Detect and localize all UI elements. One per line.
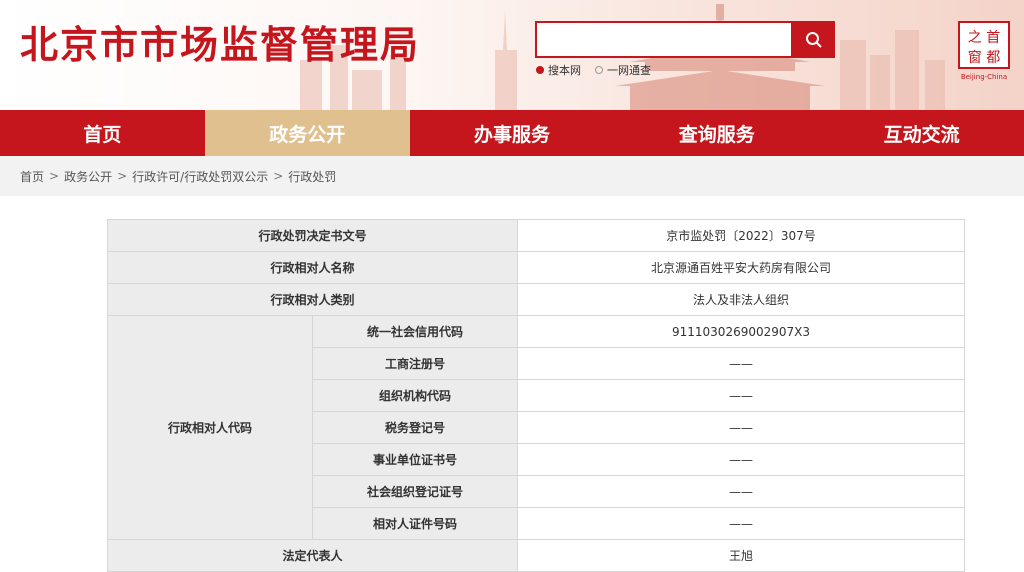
scope-option-site[interactable]: 搜本网: [536, 62, 581, 78]
table-row: 行政相对人代码 统一社会信用代码 9111030269002907X3: [107, 315, 966, 540]
row-label: 法定代表人: [106, 539, 519, 572]
nav-item-interaction[interactable]: 互动交流: [819, 110, 1024, 156]
nav-item-gov-affairs[interactable]: 政务公开: [204, 110, 410, 156]
penalty-detail-table: 行政处罚决定书文号 京市监处罚〔2022〕307号 行政相对人名称 北京源通百姓…: [106, 219, 966, 572]
row-value: 京市监处罚〔2022〕307号: [517, 219, 966, 252]
row-value: 北京源通百姓平安大药房有限公司: [517, 251, 966, 284]
search-icon: [806, 31, 822, 48]
main-nav: 首页 政务公开 办事服务 查询服务 互动交流: [0, 110, 1024, 156]
row-label: 行政相对人类别: [106, 283, 519, 316]
search-button[interactable]: [793, 21, 835, 58]
scope-option-label: 搜本网: [548, 64, 581, 77]
breadcrumb-home[interactable]: 首页: [20, 168, 44, 185]
svg-text:Beijing-China: Beijing-China: [961, 73, 1007, 81]
nav-item-services[interactable]: 办事服务: [410, 110, 615, 156]
row-label: 工商注册号: [311, 347, 519, 380]
row-label: 行政相对人名称: [106, 251, 519, 284]
site-title: 北京市市场监督管理局: [20, 23, 421, 67]
site-header: 北京市市场监督管理局 搜本网 一网通查 之 首 窗 都 Beijing-Chin…: [0, 0, 1024, 110]
breadcrumb-gov-affairs[interactable]: 政务公开: [64, 168, 112, 185]
row-value: ——: [517, 347, 966, 380]
row-label: 事业单位证书号: [311, 443, 519, 476]
row-label: 税务登记号: [311, 411, 519, 444]
scope-option-all[interactable]: 一网通查: [595, 62, 651, 78]
scope-option-label: 一网通查: [607, 64, 651, 77]
row-label: 相对人证件号码: [311, 507, 519, 540]
radio-selected-icon: [536, 66, 544, 74]
table-row: 行政处罚决定书文号 京市监处罚〔2022〕307号: [106, 219, 966, 252]
breadcrumb-separator: >: [49, 169, 60, 183]
nav-item-query[interactable]: 查询服务: [614, 110, 819, 156]
svg-text:窗 都: 窗 都: [968, 49, 1000, 66]
breadcrumb-separator: >: [273, 169, 284, 183]
row-value: 9111030269002907X3: [517, 315, 966, 348]
search-scope: 搜本网 一网通查: [536, 62, 651, 78]
search-input[interactable]: [535, 21, 793, 58]
breadcrumb-separator: >: [117, 169, 128, 183]
row-value: ——: [517, 507, 966, 540]
breadcrumb-penalty[interactable]: 行政处罚: [288, 168, 336, 185]
table-row: 行政相对人类别 法人及非法人组织: [106, 283, 966, 316]
row-label: 组织机构代码: [311, 379, 519, 412]
row-label: 统一社会信用代码: [311, 315, 519, 348]
code-group-label: 行政相对人代码: [107, 315, 313, 540]
breadcrumb-dual-disclosure[interactable]: 行政许可/行政处罚双公示: [132, 168, 268, 185]
row-label: 行政处罚决定书文号: [106, 219, 519, 252]
radio-unselected-icon: [595, 66, 603, 74]
row-value: ——: [517, 379, 966, 412]
svg-text:之 首: 之 首: [968, 30, 1000, 46]
capital-window-logo-icon[interactable]: 之 首 窗 都 Beijing-China: [955, 20, 1013, 82]
row-value: 王旭: [517, 539, 966, 572]
row-value: ——: [517, 475, 966, 508]
table-row: 行政相对人名称 北京源通百姓平安大药房有限公司: [106, 251, 966, 284]
row-label: 社会组织登记证号: [311, 475, 519, 508]
row-value: ——: [517, 443, 966, 476]
table-row: 法定代表人 王旭: [106, 539, 966, 572]
row-value: ——: [517, 411, 966, 444]
breadcrumb: 首页 > 政务公开 > 行政许可/行政处罚双公示 > 行政处罚: [0, 156, 1024, 196]
row-value: 法人及非法人组织: [517, 283, 966, 316]
nav-item-home[interactable]: 首页: [0, 110, 205, 156]
